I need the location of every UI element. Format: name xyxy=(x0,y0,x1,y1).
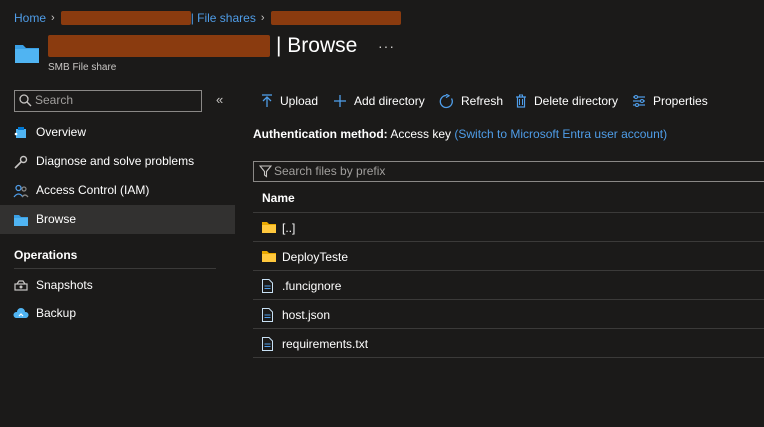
file-icon xyxy=(262,308,273,322)
collapse-sidebar-button[interactable]: « xyxy=(216,92,223,107)
filter-icon xyxy=(259,165,272,178)
refresh-icon xyxy=(439,93,453,108)
file-search[interactable] xyxy=(253,161,764,182)
more-options-button[interactable]: ··· xyxy=(378,38,395,54)
breadcrumb: Home › | File shares › xyxy=(14,10,401,26)
table-row[interactable]: host.json xyxy=(253,300,764,329)
redacted-share-name xyxy=(270,11,401,25)
sidebar-item-snapshots[interactable]: Snapshots xyxy=(0,271,235,300)
search-icon xyxy=(19,94,32,107)
file-table: Name [..] DeployTeste .funcignore host.j… xyxy=(253,184,764,358)
sidebar-item-label: Diagnose and solve problems xyxy=(36,154,195,168)
file-name: DeployTeste xyxy=(282,250,349,264)
authentication-method: Authentication method: Access key (Switc… xyxy=(253,127,667,141)
breadcrumb-file-shares[interactable]: | File shares xyxy=(191,11,256,25)
redacted-storage-account xyxy=(60,11,191,25)
refresh-button[interactable]: Refresh xyxy=(439,92,503,110)
table-row[interactable]: DeployTeste xyxy=(253,242,764,271)
properties-button[interactable]: Properties xyxy=(632,92,708,110)
plus-icon xyxy=(334,95,346,107)
sidebar-item-label: Browse xyxy=(36,212,77,226)
page-title: | Browse xyxy=(48,34,357,58)
file-icon xyxy=(262,279,273,293)
sidebar-item-overview[interactable]: Overview xyxy=(0,118,235,147)
switch-auth-link[interactable]: (Switch to Microsoft Entra user account) xyxy=(454,127,667,141)
file-name: requirements.txt xyxy=(282,337,369,351)
table-row[interactable]: .funcignore xyxy=(253,271,764,300)
people-icon xyxy=(13,184,29,198)
overview-icon xyxy=(14,127,26,138)
auth-value: Access key xyxy=(390,127,452,141)
upload-label: Upload xyxy=(280,94,319,108)
sidebar-item-access-control[interactable]: Access Control (IAM) xyxy=(0,176,235,205)
table-row[interactable]: [..] xyxy=(253,213,764,242)
column-header-name[interactable]: Name xyxy=(253,184,764,213)
folder-icon xyxy=(262,251,276,262)
folder-icon xyxy=(262,222,276,233)
add-directory-button[interactable]: Add directory xyxy=(333,92,425,110)
page-title-text: | Browse xyxy=(276,34,358,57)
sidebar-item-label: Overview xyxy=(36,125,87,139)
wrench-icon xyxy=(14,155,28,169)
upload-button[interactable]: Upload xyxy=(261,92,318,110)
sidebar-item-browse[interactable]: Browse xyxy=(0,205,235,234)
refresh-label: Refresh xyxy=(461,94,504,108)
divider xyxy=(14,268,216,269)
page-subtitle: SMB File share xyxy=(48,62,117,73)
chevron-right-icon: › xyxy=(51,12,55,24)
folder-icon xyxy=(14,215,28,226)
trash-icon xyxy=(516,94,526,108)
sidebar-item-diagnose[interactable]: Diagnose and solve problems xyxy=(0,147,235,176)
table-row[interactable]: requirements.txt xyxy=(253,329,764,358)
delete-directory-label: Delete directory xyxy=(534,94,619,108)
auth-label: Authentication method: xyxy=(253,127,388,141)
properties-label: Properties xyxy=(653,94,708,108)
properties-sliders-icon xyxy=(633,94,645,108)
section-header-operations: Operations xyxy=(14,248,78,262)
file-name: [..] xyxy=(282,221,296,235)
sidebar-search-input[interactable] xyxy=(35,92,195,108)
sidebar-item-label: Access Control (IAM) xyxy=(36,183,150,197)
folder-icon xyxy=(15,45,39,63)
file-icon xyxy=(262,337,273,351)
add-directory-label: Add directory xyxy=(354,94,425,108)
redacted-share-title xyxy=(48,35,270,57)
sidebar-item-backup[interactable]: Backup xyxy=(0,299,235,328)
file-name: host.json xyxy=(282,308,331,322)
sidebar-item-label: Snapshots xyxy=(36,278,93,292)
column-header-label: Name xyxy=(262,191,295,205)
sidebar-item-label: Backup xyxy=(36,306,77,320)
upload-icon xyxy=(262,94,272,107)
sidebar-search[interactable] xyxy=(14,90,202,112)
breadcrumb-home[interactable]: Home xyxy=(14,11,46,25)
chevron-right-icon: › xyxy=(260,12,265,24)
backup-cloud-icon xyxy=(13,308,29,318)
file-name: .funcignore xyxy=(282,279,342,293)
file-search-input[interactable] xyxy=(274,163,674,179)
snapshot-icon xyxy=(14,280,28,291)
delete-directory-button[interactable]: Delete directory xyxy=(515,92,618,110)
